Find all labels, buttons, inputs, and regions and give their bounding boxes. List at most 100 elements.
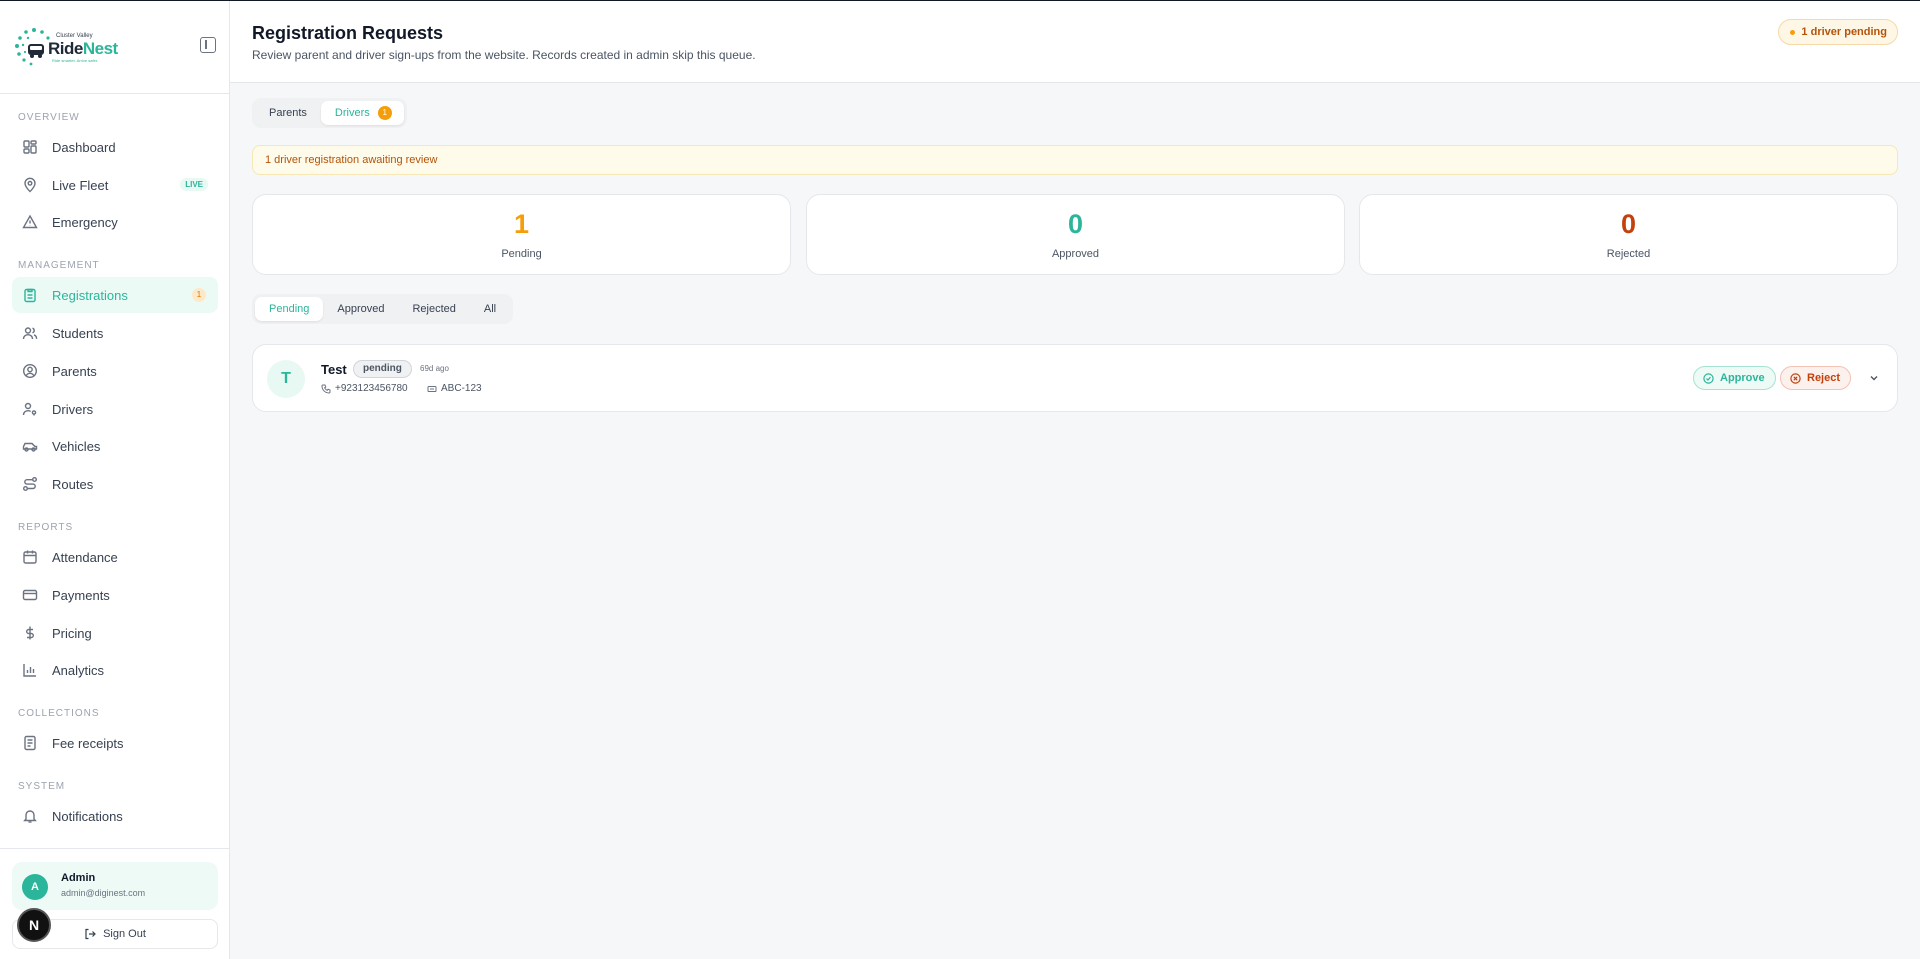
brand-area: Cluster Valley RideNest Ride smarter. Ar…: [0, 1, 229, 94]
tab-drivers[interactable]: Drivers 1: [320, 101, 404, 125]
registration-type-tabs: Parents Drivers 1: [252, 98, 407, 128]
tab-approved[interactable]: Approved: [323, 297, 398, 321]
clipboard-list-icon: [22, 287, 38, 303]
tab-pending[interactable]: Pending: [255, 297, 324, 321]
tab-all[interactable]: All: [470, 297, 510, 321]
approve-button[interactable]: Approve: [1693, 366, 1776, 390]
pending-badge: 1 driver pending: [1778, 19, 1898, 45]
ridenest-logo[interactable]: Cluster Valley RideNest Ride smarter. Ar…: [14, 27, 118, 67]
page-header: Registration Requests Review parent and …: [230, 1, 1920, 83]
sidebar-item-label: Students: [52, 325, 104, 341]
receipt-icon: [22, 735, 38, 751]
sidebar-item-vehicles[interactable]: Vehicles: [12, 428, 218, 464]
tab-parents[interactable]: Parents: [255, 101, 321, 125]
sidebar-item-registrations[interactable]: Registrations 1: [12, 277, 218, 313]
stat-label: Rejected: [1606, 248, 1651, 260]
sidebar-item-analytics[interactable]: Analytics: [12, 652, 218, 688]
sidebar-item-drivers[interactable]: Drivers: [12, 391, 218, 427]
logo-wordmark-ride: Ride: [48, 39, 83, 58]
stat-value: 0: [1620, 209, 1637, 239]
status-filter-tabs: Pending Approved Rejected All: [252, 294, 514, 324]
request-avatar: T: [267, 360, 305, 398]
sidebar-item-dashboard[interactable]: Dashboard: [12, 129, 218, 165]
stat-value: 0: [1067, 209, 1084, 239]
request-phone-value: +923123456780: [335, 383, 408, 394]
tab-drivers-label: Drivers: [334, 107, 370, 119]
sidebar-item-live-fleet[interactable]: Live Fleet LIVE: [12, 167, 218, 203]
stat-label: Pending: [501, 248, 542, 260]
section-title-overview: OVERVIEW: [18, 112, 80, 123]
section-title-collections: COLLECTIONS: [18, 708, 100, 719]
check-circle-icon: [1703, 373, 1714, 384]
bar-chart-icon: [22, 662, 38, 678]
map-pin-icon: [22, 177, 38, 193]
request-name: Test: [321, 362, 347, 377]
bell-icon: [22, 808, 38, 824]
sidebar-item-emergency[interactable]: Emergency: [12, 204, 218, 240]
logo-subline: Ride smarter. Arrive safer.: [52, 58, 99, 63]
sidebar-item-label: Vehicles: [52, 438, 101, 454]
user-card[interactable]: A Admin admin@diginest.com: [12, 862, 218, 910]
dev-tools-badge[interactable]: N: [17, 908, 51, 942]
sidebar-item-label: Dashboard: [52, 139, 116, 155]
sidebar-item-pricing[interactable]: Pricing: [12, 615, 218, 651]
sidebar-item-label: Analytics: [52, 662, 105, 678]
page-subtitle: Review parent and driver sign-ups from t…: [252, 48, 756, 62]
reject-button[interactable]: Reject: [1780, 366, 1852, 390]
alert-triangle-icon: [22, 214, 38, 230]
stat-card-rejected: 0 Rejected: [1359, 194, 1898, 275]
pending-dot-icon: [1790, 30, 1796, 35]
request-phone: +923123456780: [321, 383, 408, 394]
user-name: Admin: [61, 872, 96, 884]
sidebar-item-label: Fee receipts: [52, 735, 124, 751]
sidebar-item-label: Live Fleet: [52, 177, 109, 193]
sidebar-item-label: Registrations: [52, 287, 128, 303]
avatar: A: [22, 874, 48, 900]
credit-card-icon: [22, 587, 38, 603]
sidebar-item-routes[interactable]: Routes: [12, 466, 218, 502]
sidebar-item-parents[interactable]: Parents: [12, 353, 218, 389]
stat-card-pending: 1 Pending: [252, 194, 791, 275]
live-badge: LIVE: [180, 178, 208, 191]
section-title-reports: REPORTS: [18, 522, 74, 533]
registrations-count-badge: 1: [192, 288, 206, 302]
page-title: Registration Requests: [252, 23, 444, 43]
sidebar-item-notifications[interactable]: Notifications: [12, 798, 218, 834]
reject-label: Reject: [1807, 372, 1841, 384]
sidebar-item-label: Emergency: [52, 214, 118, 230]
logo-wordmark-nest: Nest: [82, 39, 118, 58]
license-plate-icon: [427, 384, 437, 394]
sidebar-item-label: Notifications: [52, 808, 123, 824]
dollar-sign-icon: [22, 625, 38, 641]
user-profile: A Admin admin@diginest.com Sign Out: [0, 848, 229, 959]
sidebar-nav: OVERVIEW Dashboard Live Fleet LIVE Emerg…: [0, 95, 229, 847]
registration-request-row[interactable]: T Test pending 69d ago +923123456780 ABC…: [252, 344, 1898, 412]
car-icon: [22, 438, 38, 454]
sidebar-collapse-icon[interactable]: [200, 37, 216, 53]
tab-rejected[interactable]: Rejected: [398, 297, 469, 321]
review-alert: 1 driver registration awaiting review: [252, 145, 1898, 175]
request-plate: ABC-123: [427, 383, 482, 394]
drivers-count-badge: 1: [377, 106, 392, 120]
sidebar-item-payments[interactable]: Payments: [12, 577, 218, 613]
users-icon: [22, 325, 38, 341]
route-icon: [22, 476, 38, 492]
sidebar: Cluster Valley RideNest Ride smarter. Ar…: [0, 1, 230, 959]
sidebar-item-label: Routes: [52, 476, 94, 492]
dashboard-icon: [22, 139, 38, 155]
sidebar-item-fee-receipts[interactable]: Fee receipts: [12, 725, 218, 761]
sidebar-item-label: Parents: [52, 363, 97, 379]
request-time: 69d ago: [420, 364, 449, 373]
pending-badge-label: 1 driver pending: [1801, 26, 1887, 38]
sidebar-item-label: Payments: [52, 587, 110, 603]
chevron-down-icon[interactable]: [1868, 372, 1880, 384]
sidebar-item-attendance[interactable]: Attendance: [12, 539, 218, 575]
sign-out-label: Sign Out: [103, 928, 146, 940]
sidebar-item-students[interactable]: Students: [12, 315, 218, 351]
calendar-icon: [22, 549, 38, 565]
section-title-system: SYSTEM: [18, 781, 66, 792]
stat-label: Approved: [1051, 248, 1100, 260]
sidebar-item-label: Pricing: [52, 625, 92, 641]
request-plate-value: ABC-123: [441, 383, 482, 394]
sidebar-item-label: Attendance: [52, 549, 118, 565]
